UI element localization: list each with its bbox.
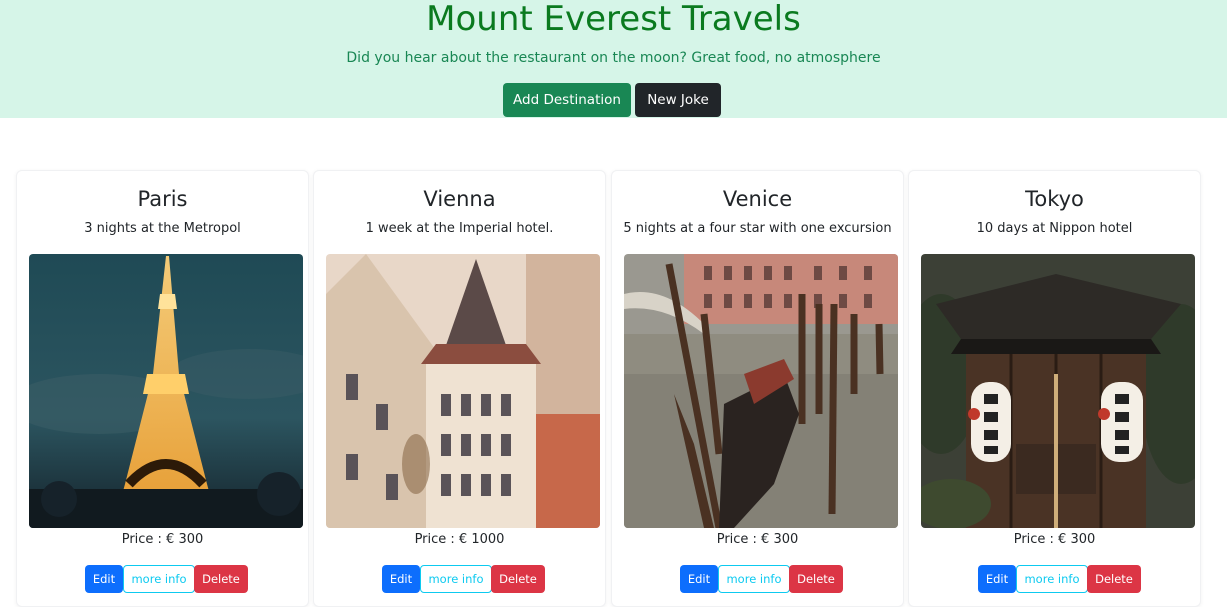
card-description: 10 days at Nippon hotel [976, 221, 1133, 236]
card-actions: Edit more info Delete [17, 565, 308, 593]
delete-button[interactable]: Delete [1087, 565, 1141, 593]
eiffel-tower-photo [29, 254, 303, 528]
card-title: Venice [722, 187, 793, 211]
edit-button[interactable]: Edit [978, 565, 1016, 593]
venice-gondola-photo [624, 254, 898, 528]
edit-button[interactable]: Edit [85, 565, 123, 593]
vienna-building-photo [326, 254, 600, 528]
card-actions: Edit more info Delete [314, 565, 605, 593]
card-description: 1 week at the Imperial hotel. [365, 221, 554, 236]
card-price: Price : € 300 [716, 532, 799, 547]
more-info-button[interactable]: more info [420, 565, 492, 593]
card-title: Tokyo [1025, 187, 1084, 211]
card-price: Price : € 300 [121, 532, 204, 547]
more-info-button[interactable]: more info [123, 565, 195, 593]
joke-text: Did you hear about the restaurant on the… [346, 50, 881, 66]
card-price: Price : € 300 [1013, 532, 1096, 547]
delete-button[interactable]: Delete [789, 565, 843, 593]
tokyo-shrine-photo [921, 254, 1195, 528]
edit-button[interactable]: Edit [680, 565, 718, 593]
page-header: Mount Everest Travels Did you hear about… [0, 0, 1227, 118]
card-description: 3 nights at the Metropol [84, 221, 241, 236]
destination-card-venice: Venice 5 nights at a four star with one … [611, 170, 904, 607]
card-actions: Edit more info Delete [612, 565, 903, 593]
more-info-button[interactable]: more info [1016, 565, 1088, 593]
destination-card-vienna: Vienna 1 week at the Imperial hotel. Pri… [313, 170, 606, 607]
card-title: Vienna [423, 187, 496, 211]
card-price: Price : € 1000 [414, 532, 505, 547]
more-info-button[interactable]: more info [718, 565, 790, 593]
delete-button[interactable]: Delete [491, 565, 545, 593]
destination-card-tokyo: Tokyo 10 days at Nippon hotel Price: € … [908, 170, 1201, 607]
card-description: 5 nights at a four star with one excursi… [623, 221, 892, 236]
add-destination-button[interactable]: Add Destination [503, 83, 631, 117]
card-title: Paris [137, 187, 188, 211]
delete-button[interactable]: Delete [194, 565, 248, 593]
new-joke-button[interactable]: New Joke [635, 83, 721, 117]
destination-card-paris: Paris 3 nights at the Metropol Price: €… [16, 170, 309, 607]
card-actions: Edit more info Delete [909, 565, 1200, 593]
edit-button[interactable]: Edit [382, 565, 420, 593]
page-title: Mount Everest Travels [426, 0, 801, 39]
